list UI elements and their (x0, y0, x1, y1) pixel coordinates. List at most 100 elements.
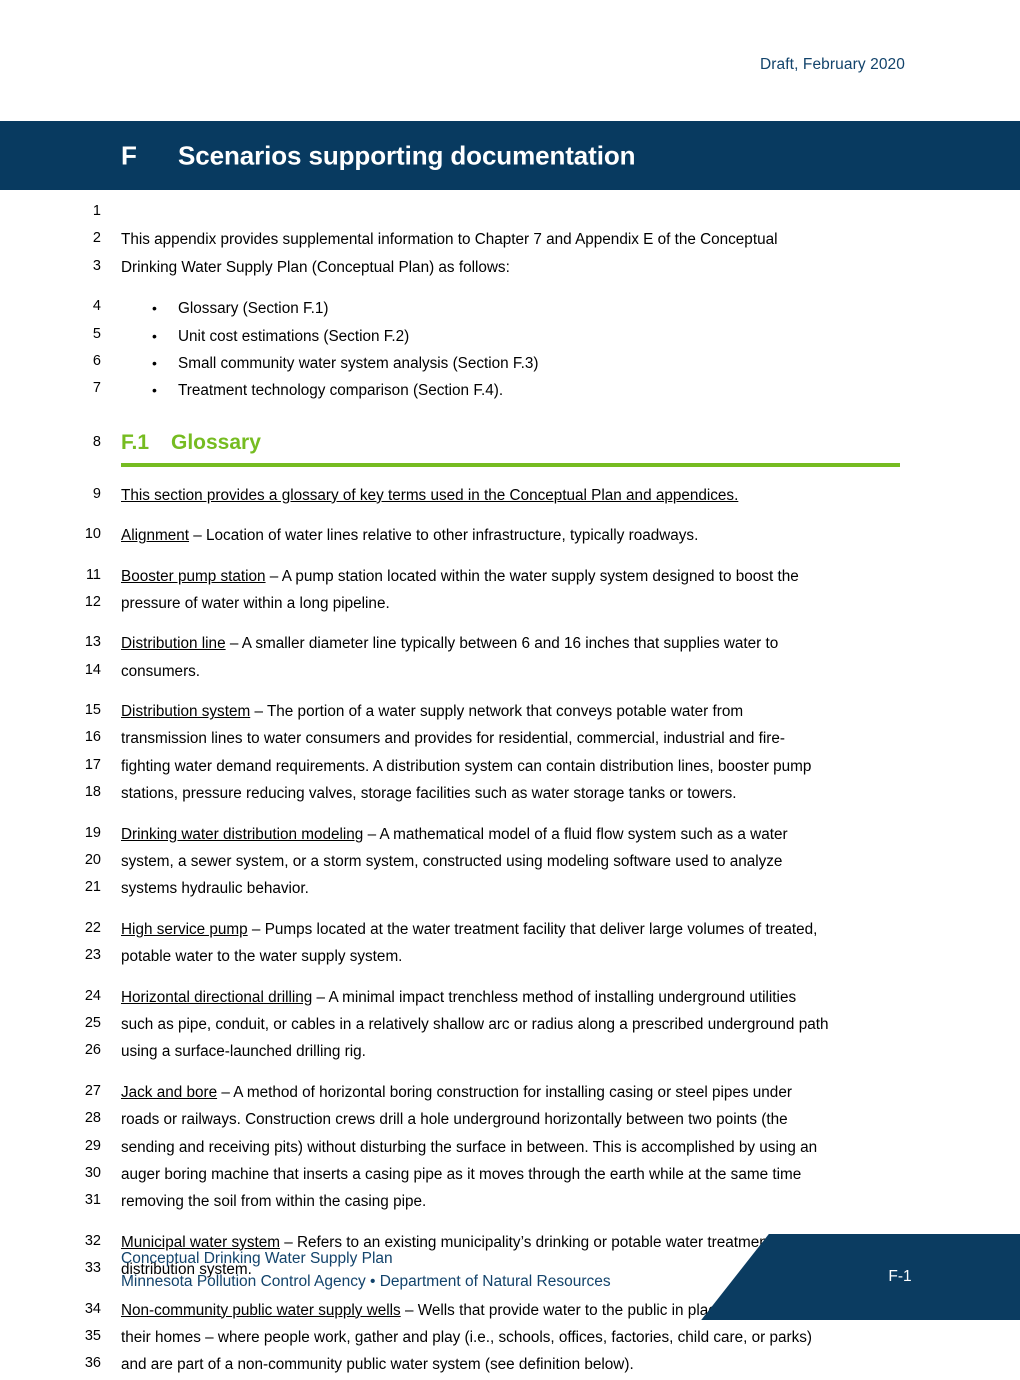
line-text: potable water to the water supply system… (121, 946, 908, 968)
line-number: 1 (92, 203, 101, 219)
glossary-term: Jack and bore (121, 1083, 218, 1101)
line-text: Distribution line – A smaller diameter l… (121, 633, 908, 655)
appendix-letter: F (121, 140, 137, 170)
line-text: their homes – where people work, gather … (121, 1327, 908, 1349)
line-number: 16 (84, 729, 101, 746)
line-text: and are part of a non-community public w… (121, 1354, 908, 1376)
line-text: roads or railways. Construction crews dr… (121, 1109, 908, 1131)
glossary-definition: transmission lines to water consumers an… (121, 730, 785, 748)
intro-paragraph: 1 2 This appendix provides supplemental … (0, 200, 1020, 282)
line-text: pressure of water within a long pipeline… (121, 593, 908, 615)
text-line: 27 Jack and bore – A method of horizontal… (0, 1080, 1020, 1107)
line-number: 13 (84, 634, 101, 651)
list-item-label: Unit cost estimations (Section F.2) (178, 327, 410, 345)
list-item-label: Small community water system analysis (S… (178, 354, 539, 372)
appendix-title-banner: F Scenarios supporting documentation (0, 121, 1020, 190)
line-text: Alignment – Location of water lines rela… (121, 525, 908, 547)
line-text: auger boring machine that inserts a casi… (121, 1164, 908, 1186)
line-text: consumers. (121, 661, 908, 683)
text-line: 35 their homes – where people work, gathe… (0, 1325, 1020, 1352)
glossary-term: Booster pump station (121, 567, 266, 585)
text-line: 29 sending and receiving pits) without di… (0, 1135, 1020, 1162)
line-text: Booster pump station – A pump station lo… (121, 566, 908, 588)
line-text: Horizontal directional drilling – A mini… (121, 987, 908, 1009)
text-line: 26 using a surface-launched drilling rig. (0, 1039, 1020, 1066)
glossary-definition: stations, pressure reducing valves, stor… (121, 785, 737, 803)
glossary-definition: removing the soil from within the casing… (121, 1193, 427, 1211)
glossary-definition: their homes – where people work, gather … (121, 1328, 812, 1346)
text-line: 25 such as pipe, conduit, or cables in a … (0, 1012, 1020, 1039)
text-line: 11 Booster pump station – A pump station … (0, 564, 1020, 591)
line-number: 31 (84, 1192, 101, 1209)
footer-text: Conceptual Drinking Water Supply Plan Mi… (121, 1247, 611, 1293)
line-number: 26 (84, 1042, 101, 1059)
line-text: This appendix provides supplemental info… (121, 231, 778, 249)
glossary-definition: system, a sewer system, or a storm syste… (121, 853, 783, 871)
line-number: 14 (84, 661, 101, 678)
text-line: 17 fighting water demand requirements. A … (0, 754, 1020, 781)
appendix-title-text: Scenarios supporting documentation (178, 140, 636, 170)
footer-agencies: Minnesota Pollution Control Agency • Dep… (121, 1273, 611, 1290)
text-line: 13 Distribution line – A smaller diameter… (0, 631, 1020, 658)
line-number: 29 (84, 1137, 101, 1154)
glossary-entry: 19 Drinking water distribution modeling –… (0, 822, 1020, 904)
glossary-definition: such as pipe, conduit, or cables in a re… (121, 1015, 829, 1033)
section-heading-row: 8 F.1 Glossary (0, 431, 1020, 473)
line-number: 27 (84, 1082, 101, 1099)
list-item-label: Treatment technology comparison (Section… (178, 382, 504, 400)
glossary-entry: 24 Horizontal directional drilling – A mi… (0, 985, 1020, 1067)
glossary-definition: sending and receiving pits) without dist… (121, 1138, 818, 1156)
glossary-entry: 27 Jack and bore – A method of horizontal… (0, 1080, 1020, 1217)
line-text: system, a sewer system, or a storm syste… (121, 851, 908, 873)
text-line: 21 systems hydraulic behavior. (0, 876, 1020, 903)
line-number: 30 (84, 1164, 101, 1181)
glossary-entry: 10 Alignment – Location of water lines re… (0, 523, 1020, 550)
list-item: 6 • Small community water system analysis… (0, 350, 1020, 377)
glossary-entry: 13 Distribution line – A smaller diameter… (0, 631, 1020, 686)
section-heading: F.1 Glossary (121, 431, 261, 455)
line-number: 2 (92, 230, 101, 247)
line-number: 10 (84, 526, 101, 543)
bullet-icon: • (152, 382, 157, 399)
glossary-definition: – Pumps located at the water treatment f… (247, 920, 818, 938)
glossary-definition: potable water to the water supply system… (121, 948, 403, 966)
text-line: 10 Alignment – Location of water lines re… (0, 523, 1020, 550)
line-number: 20 (84, 852, 101, 869)
list-item-text: • Glossary (Section F.1) (152, 297, 908, 320)
appendix-contents-list: 4 • Glossary (Section F.1) 5 • Unit cost e… (0, 295, 1020, 405)
glossary-term: High service pump (121, 920, 248, 938)
appendix-title-inner: F Scenarios supporting documentation (121, 140, 636, 171)
line-text: Distribution system – The portion of a w… (121, 701, 908, 723)
section-heading-block: 8 F.1 Glossary (0, 431, 1020, 473)
glossary-term: Distribution system (121, 703, 251, 721)
list-item-text: • Treatment technology comparison (Sectio… (152, 379, 908, 402)
text-line: 23 potable water to the water supply syst… (0, 944, 1020, 971)
glossary-definition: consumers. (121, 662, 201, 680)
glossary-definition: – A pump station located within the wate… (265, 567, 799, 585)
line-text: Jack and bore – A method of horizontal b… (121, 1082, 908, 1104)
glossary-definition: – A mathematical model of a fluid flow s… (363, 825, 788, 843)
text-line: 19 Drinking water distribution modeling –… (0, 822, 1020, 849)
line-text: using a surface-launched drilling rig. (121, 1041, 908, 1063)
glossary-definition: using a surface-launched drilling rig. (121, 1043, 366, 1061)
document-body: 1 2 This appendix provides supplemental … (0, 200, 1020, 1380)
glossary-definition: fighting water demand requirements. A di… (121, 757, 812, 775)
line-number: 7 (92, 380, 101, 397)
glossary-definition: pressure of water within a long pipeline… (121, 594, 390, 612)
glossary-intro: 9 This section provides a glossary of ke… (0, 483, 1020, 510)
text-line: 16 transmission lines to water consumers … (0, 726, 1020, 753)
text-line: 18 stations, pressure reducing valves, st… (0, 781, 1020, 808)
glossary-definition: – A smaller diameter line typically betw… (225, 635, 779, 653)
glossary-entry: 11 Booster pump station – A pump station … (0, 564, 1020, 619)
line-number: 36 (84, 1355, 101, 1372)
line-text: High service pump – Pumps located at the… (121, 919, 908, 941)
line-number: 15 (84, 702, 101, 719)
bullet-icon: • (152, 327, 157, 344)
line-text: removing the soil from within the casing… (121, 1191, 908, 1213)
line-number: 6 (92, 352, 101, 369)
line-number: 4 (92, 298, 101, 315)
line-text: transmission lines to water consumers an… (121, 728, 908, 750)
line-number: 17 (84, 756, 101, 773)
text-line: 9 This section provides a glossary of ke… (0, 483, 1020, 510)
glossary-definition: – A minimal impact trenchless method of … (312, 988, 797, 1006)
